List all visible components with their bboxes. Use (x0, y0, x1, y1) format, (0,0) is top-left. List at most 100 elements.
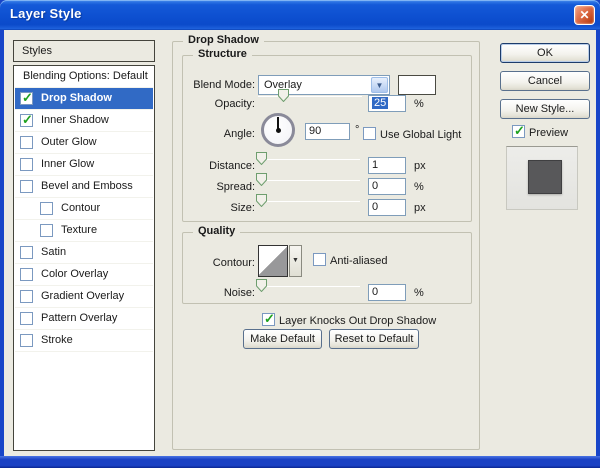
distance-unit: px (414, 160, 426, 172)
sidebar-item-texture[interactable]: Texture (15, 220, 153, 242)
sidebar-item-bevel-emboss[interactable]: Bevel and Emboss (15, 176, 153, 198)
noise-field[interactable]: 0 (368, 284, 406, 301)
noise-slider[interactable] (256, 279, 360, 294)
styles-panel-title: Styles (22, 45, 52, 57)
preview-label: Preview (529, 127, 568, 139)
size-field[interactable]: 0 (368, 199, 406, 216)
opacity-slider-track (258, 96, 362, 97)
stroke-checkbox[interactable] (20, 334, 33, 347)
spread-field[interactable]: 0 (368, 178, 406, 195)
noise-unit: % (414, 287, 424, 299)
preview-checkbox[interactable] (512, 125, 525, 138)
make-default-button[interactable]: Make Default (243, 329, 322, 349)
inner-glow-checkbox[interactable] (20, 158, 33, 171)
sidebar-item-label: Pattern Overlay (41, 312, 117, 324)
close-button[interactable]: ✕ (574, 5, 595, 25)
sidebar-item-inner-shadow[interactable]: Inner Shadow (15, 110, 153, 132)
spread-unit: % (414, 181, 424, 193)
gradient-overlay-checkbox[interactable] (20, 290, 33, 303)
bevel-emboss-checkbox[interactable] (20, 180, 33, 193)
spread-slider-track (256, 180, 360, 181)
sidebar-item-label: Inner Shadow (41, 114, 109, 126)
size-slider[interactable] (256, 194, 360, 209)
size-unit: px (414, 202, 426, 214)
angle-dial[interactable] (261, 113, 295, 147)
sidebar-item-label: Bevel and Emboss (41, 180, 133, 192)
sidebar-item-satin[interactable]: Satin (15, 242, 153, 264)
use-global-light-checkbox[interactable] (363, 127, 376, 140)
contour-checkbox[interactable] (40, 202, 53, 215)
reset-to-default-button[interactable]: Reset to Default (329, 329, 419, 349)
sidebar-item-label: Contour (61, 202, 100, 214)
color-overlay-checkbox[interactable] (20, 268, 33, 281)
window-title: Layer Style (10, 6, 82, 21)
sidebar-item-stroke[interactable]: Stroke (15, 330, 153, 352)
size-slider-thumb[interactable] (256, 194, 267, 207)
distance-slider-thumb[interactable] (256, 152, 267, 165)
sidebar-item-pattern-overlay[interactable]: Pattern Overlay (15, 308, 153, 330)
distance-value: 1 (372, 159, 378, 171)
distance-label: Distance: (175, 160, 255, 172)
style-preview-thumbnail (506, 146, 578, 210)
opacity-slider[interactable] (258, 89, 362, 104)
spread-slider-thumb[interactable] (256, 173, 267, 186)
sidebar-item-label: Texture (61, 224, 97, 236)
spread-label: Spread: (175, 181, 255, 193)
angle-label: Angle: (175, 128, 255, 140)
shadow-color-swatch[interactable] (398, 75, 436, 95)
opacity-field[interactable]: 25 (368, 95, 406, 112)
sidebar-item-label: Blending Options: Default (23, 70, 148, 82)
structure-group-title: Structure (193, 48, 252, 60)
angle-center-dot-icon (276, 128, 281, 133)
sidebar-item-label: Color Overlay (41, 268, 108, 280)
distance-slider[interactable] (256, 152, 360, 167)
distance-field[interactable]: 1 (368, 157, 406, 174)
layer-style-dialog: Layer Style ✕ Styles Blending Options: D… (0, 0, 600, 468)
layer-knocks-out-checkbox[interactable] (262, 313, 275, 326)
anti-aliased-checkbox[interactable] (313, 253, 326, 266)
sidebar-item-gradient-overlay[interactable]: Gradient Overlay (15, 286, 153, 308)
angle-value: 90 (309, 125, 321, 137)
texture-checkbox[interactable] (40, 224, 53, 237)
close-icon: ✕ (579, 8, 589, 22)
styles-panel-header: Styles (13, 40, 155, 62)
cancel-button[interactable]: Cancel (500, 71, 590, 91)
satin-checkbox[interactable] (20, 246, 33, 259)
noise-slider-thumb[interactable] (256, 279, 267, 292)
contour-label: Contour: (175, 257, 255, 269)
ok-button[interactable]: OK (500, 43, 590, 63)
new-style-button[interactable]: New Style... (500, 99, 590, 119)
outer-glow-checkbox[interactable] (20, 136, 33, 149)
opacity-slider-thumb[interactable] (278, 89, 289, 102)
noise-label: Noise: (175, 287, 255, 299)
sidebar-item-contour[interactable]: Contour (15, 198, 153, 220)
sidebar-item-drop-shadow[interactable]: Drop Shadow (15, 88, 153, 110)
use-global-light-label: Use Global Light (380, 129, 461, 141)
quality-group-title: Quality (193, 225, 240, 237)
sidebar-item-color-overlay[interactable]: Color Overlay (15, 264, 153, 286)
style-preview-square (528, 160, 562, 194)
noise-slider-track (256, 286, 360, 287)
drop-shadow-checkbox[interactable] (20, 92, 33, 105)
opacity-value: 25 (372, 97, 388, 109)
sidebar-item-outer-glow[interactable]: Outer Glow (15, 132, 153, 154)
contour-dropdown-arrow-icon[interactable]: ▼ (289, 245, 302, 277)
inner-shadow-checkbox[interactable] (20, 114, 33, 127)
layer-knocks-out-label: Layer Knocks Out Drop Shadow (279, 315, 436, 327)
size-value: 0 (372, 201, 378, 213)
sidebar-item-inner-glow[interactable]: Inner Glow (15, 154, 153, 176)
opacity-unit: % (414, 98, 424, 110)
pattern-overlay-checkbox[interactable] (20, 312, 33, 325)
angle-field[interactable]: 90 (305, 123, 350, 140)
sidebar-item-label: Satin (41, 246, 66, 258)
blend-mode-label: Blend Mode: (175, 79, 255, 91)
anti-aliased-label: Anti-aliased (330, 255, 387, 267)
chevron-down-icon[interactable]: ▼ (371, 77, 388, 93)
size-slider-track (256, 201, 360, 202)
sidebar-item-label: Gradient Overlay (41, 290, 124, 302)
spread-slider[interactable] (256, 173, 360, 188)
sidebar-item-label: Stroke (41, 334, 73, 346)
window-bottom-border (0, 456, 600, 468)
contour-thumbnail[interactable] (258, 245, 288, 277)
sidebar-item-blending-options[interactable]: Blending Options: Default (15, 66, 153, 88)
